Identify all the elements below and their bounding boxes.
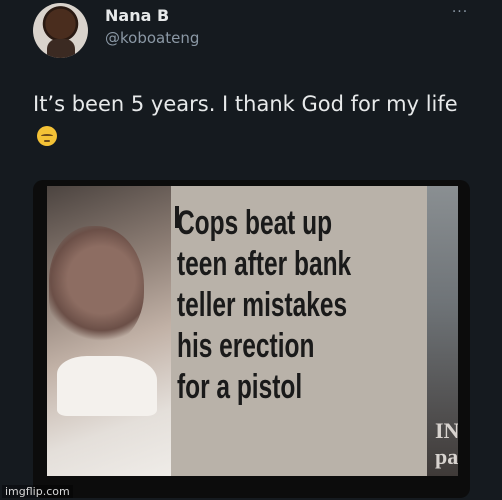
adjacent-page-line: IN (435, 418, 458, 443)
headline-line: Cops beat up (177, 204, 333, 242)
headline-line: his erection (177, 327, 315, 365)
news-photo (47, 186, 171, 476)
tweet-text-content: It’s been 5 years. I thank God for my li… (33, 92, 458, 116)
news-headline: Cops beat up teen after bank teller mist… (177, 203, 358, 408)
author-handle[interactable]: @koboateng (105, 29, 199, 47)
headline-line: teen after bank (177, 245, 352, 283)
headline-line: teller mistakes (177, 286, 348, 324)
adjacent-page-text: IN pa (435, 418, 458, 470)
adjacent-page-line: pa (435, 444, 458, 469)
headline-line: for a pistol (177, 368, 303, 406)
pensive-face-icon (37, 126, 57, 146)
newspaper-clipping: Cops beat up teen after bank teller mist… (47, 186, 458, 476)
author-name[interactable]: Nana B (105, 6, 169, 25)
tweet-text: It’s been 5 years. I thank God for my li… (33, 88, 473, 152)
tweet-media[interactable]: Cops beat up teen after bank teller mist… (33, 180, 470, 498)
tweet-card: Nana B @koboateng ··· It’s been 5 years.… (0, 0, 502, 500)
more-options-icon[interactable]: ··· (448, 4, 472, 20)
avatar[interactable] (33, 3, 88, 58)
watermark: imgflip.com (2, 485, 73, 498)
